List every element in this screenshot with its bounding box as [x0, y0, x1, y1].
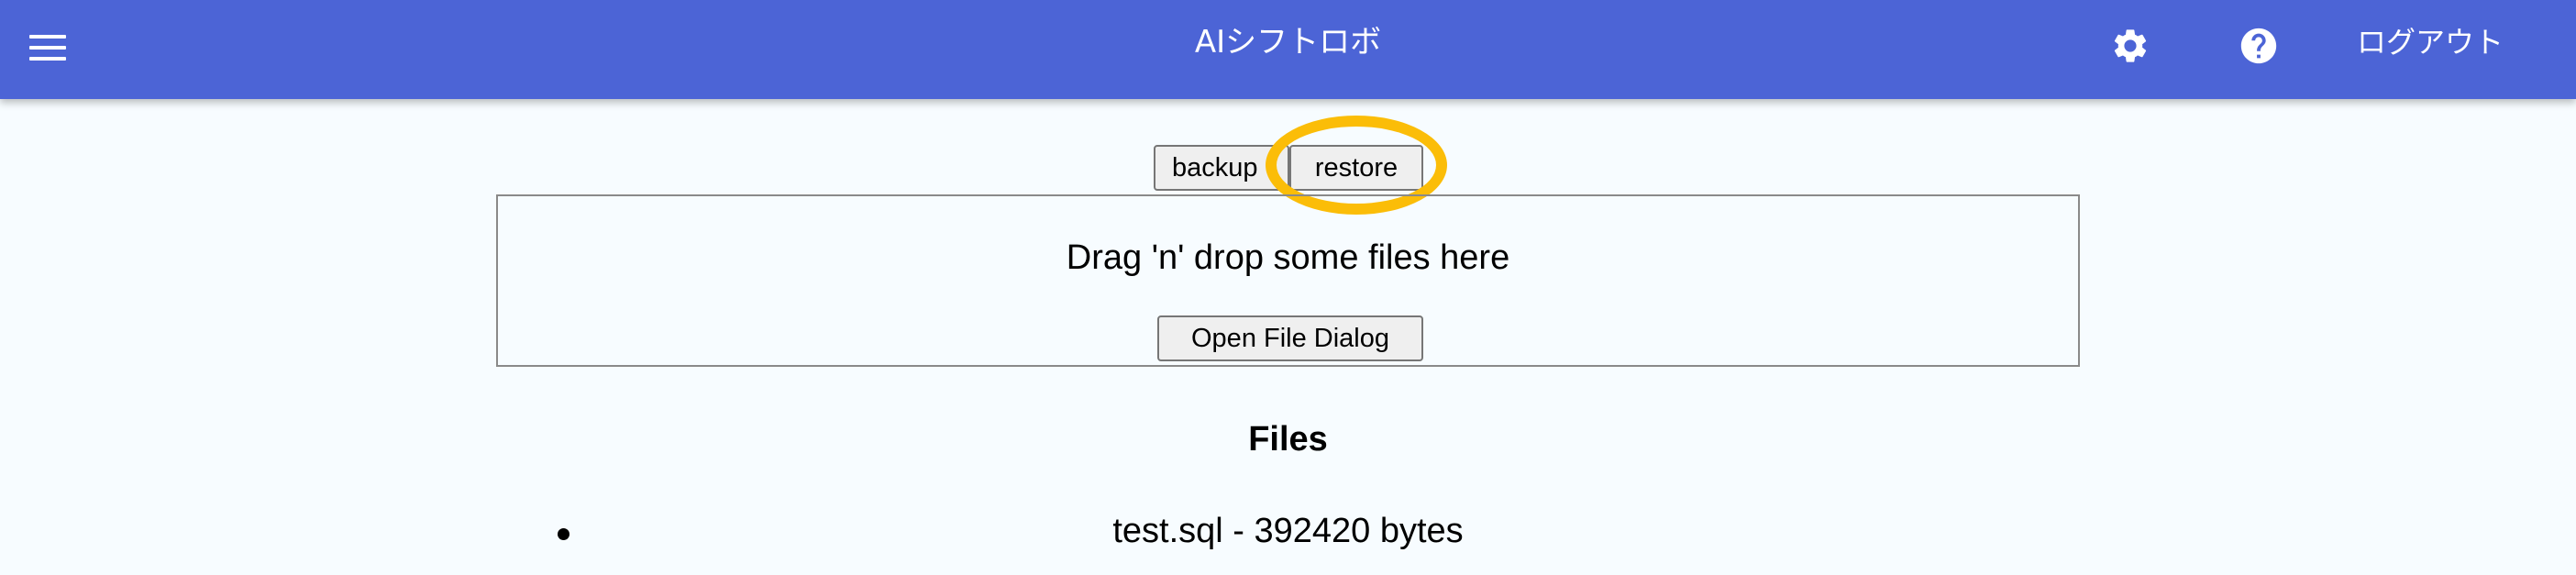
backup-restore-toolbar: backup restore: [1154, 145, 1423, 191]
bullet-icon: [558, 528, 569, 540]
logout-button[interactable]: ログアウト: [2357, 20, 2504, 64]
settings-button[interactable]: [2105, 20, 2156, 72]
app-title: AIシフトロボ: [1194, 24, 1382, 61]
help-icon: [2240, 28, 2277, 64]
gear-icon: [2114, 29, 2147, 62]
file-list-item: test.sql - 392420 bytes: [0, 512, 2576, 551]
file-dropzone[interactable]: Drag 'n' drop some files here Open File …: [496, 194, 2080, 367]
file-list: test.sql - 392420 bytes: [0, 512, 2576, 551]
app-bar: AIシフトロボ ログアウト: [0, 0, 2576, 99]
dropzone-prompt: Drag 'n' drop some files here: [1066, 238, 1510, 277]
open-file-dialog-button[interactable]: Open File Dialog: [1157, 315, 1423, 361]
help-button[interactable]: [2233, 20, 2284, 72]
restore-button[interactable]: restore: [1289, 145, 1423, 191]
files-heading: Files: [1248, 420, 1328, 459]
file-item-label: test.sql - 392420 bytes: [1112, 512, 1464, 550]
backup-button[interactable]: backup: [1154, 145, 1289, 191]
